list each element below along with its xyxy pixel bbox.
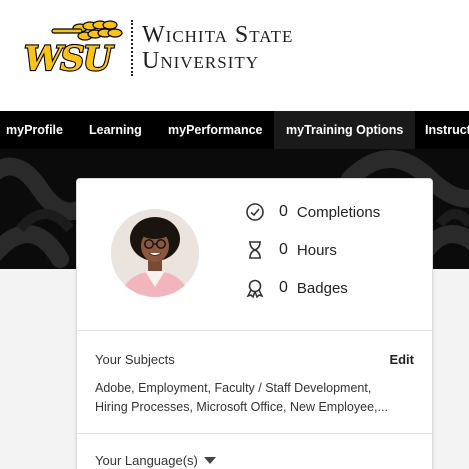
svg-text:WSU: WSU: [24, 39, 115, 76]
subjects-line1: Adobe, Employment, Faculty / Staff Devel…: [95, 381, 372, 395]
nav-item-mytraining-options[interactable]: myTraining Options: [274, 111, 416, 149]
stat-hours: 0 Hours: [245, 238, 337, 262]
completions-count: 0: [279, 203, 288, 220]
edit-subjects-link[interactable]: Edit: [389, 352, 414, 367]
completions-label: Completions: [296, 203, 381, 221]
nav-item-myperformance[interactable]: myPerformance: [168, 111, 263, 149]
logo-divider: [131, 20, 133, 76]
site-header: WSU Wichita State University: [0, 0, 469, 111]
nav-item-learning[interactable]: Learning: [89, 111, 142, 149]
wsu-shocker-logo[interactable]: WSU: [22, 16, 124, 76]
nav-item-instructor[interactable]: Instructo: [425, 111, 469, 149]
badges-count: 0: [279, 279, 288, 296]
avatar[interactable]: [111, 209, 199, 297]
university-name-line2: University: [142, 48, 260, 74]
main-nav: myProfile Learning myPerformance myTrain…: [0, 111, 469, 149]
badges-label: Badges: [296, 279, 348, 297]
university-name[interactable]: Wichita State University: [142, 22, 293, 74]
hours-label: Hours: [296, 241, 337, 259]
language-dropdown[interactable]: Your Language(s): [95, 453, 216, 468]
stat-completions: 0 Completions: [245, 200, 380, 224]
caret-down-icon: [203, 457, 216, 464]
nav-item-myprofile[interactable]: myProfile: [6, 111, 63, 149]
hours-count: 0: [279, 241, 288, 258]
university-name-line1: Wichita State: [142, 22, 294, 48]
section-divider: [77, 330, 432, 331]
check-circle-icon: [245, 202, 265, 222]
stat-badges: 0 Badges: [245, 276, 348, 300]
subjects-title: Your Subjects: [95, 352, 175, 367]
hourglass-icon: [245, 240, 265, 260]
learner-profile-card: 0 Completions 0 Hours 0 Badges Your Subj…: [76, 178, 433, 469]
language-title: Your Language(s): [95, 453, 198, 468]
avatar-photo: [111, 209, 199, 297]
subjects-line2: Hiring Processes, Microsoft Office, New …: [95, 400, 388, 414]
subjects-list: Adobe, Employment, Faculty / Staff Devel…: [95, 379, 417, 417]
badge-ribbon-icon: [245, 278, 265, 299]
section-divider: [77, 433, 432, 434]
